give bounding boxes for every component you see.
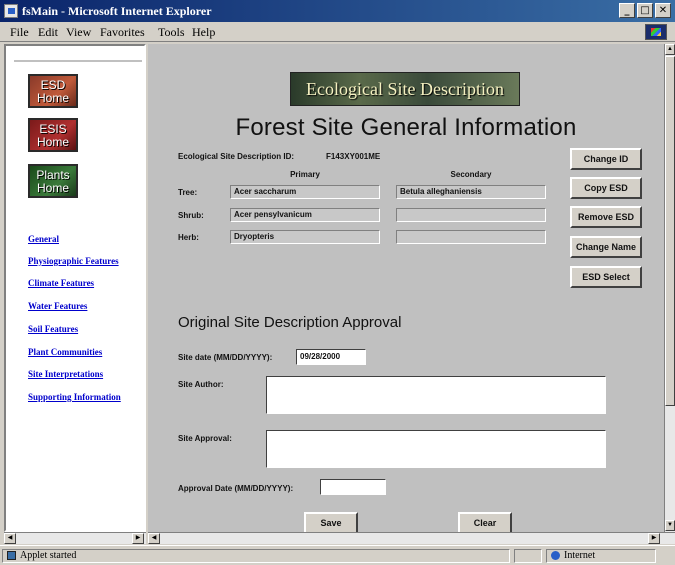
- close-button[interactable]: ✕: [655, 3, 671, 18]
- scroll-right-arrow-icon[interactable]: ▶: [648, 533, 660, 544]
- nav-link-physiographic[interactable]: Physiographic Features: [28, 256, 119, 266]
- scroll-up-arrow-icon[interactable]: ▲: [665, 44, 675, 55]
- nav-link-climate[interactable]: Climate Features: [28, 278, 94, 288]
- windows-logo-icon: [645, 24, 667, 40]
- tree-secondary-field: Betula alleghaniensis: [396, 185, 546, 199]
- main-vertical-scrollbar[interactable]: ▲ ▼: [664, 44, 675, 532]
- ecological-site-description-banner: Ecological Site Description: [290, 72, 520, 106]
- nav-link-water[interactable]: Water Features: [28, 301, 87, 311]
- status-text: Applet started: [2, 549, 510, 563]
- site-approval-textarea[interactable]: [266, 430, 606, 468]
- copy-esd-button[interactable]: Copy ESD: [570, 177, 642, 199]
- menu-edit[interactable]: Edit: [38, 25, 58, 40]
- ie-app-icon: [4, 4, 18, 18]
- site-date-input[interactable]: 09/28/2000: [296, 349, 366, 365]
- maximize-button[interactable]: □: [637, 3, 653, 18]
- scroll-down-arrow-icon[interactable]: ▼: [665, 520, 675, 531]
- site-date-label: Site date (MM/DD/YYYY):: [178, 353, 273, 362]
- menu-favorites[interactable]: Favorites: [100, 25, 145, 40]
- esd-home-button[interactable]: ESD Home: [28, 74, 78, 108]
- scroll-thumb[interactable]: [665, 56, 675, 406]
- status-cell: [514, 549, 542, 563]
- secondary-column-header: Secondary: [450, 170, 492, 179]
- nav-link-supporting-information[interactable]: Supporting Information: [28, 392, 121, 402]
- scroll-left-arrow-icon[interactable]: ◀: [148, 533, 160, 544]
- scroll-left-arrow-icon[interactable]: ◀: [4, 533, 16, 544]
- change-name-button[interactable]: Change Name: [570, 236, 642, 258]
- esd-select-button[interactable]: ESD Select: [570, 266, 642, 288]
- change-id-button[interactable]: Change ID: [570, 148, 642, 170]
- nav-link-plant-communities[interactable]: Plant Communities: [28, 347, 102, 357]
- nav-link-soil[interactable]: Soil Features: [28, 324, 78, 334]
- approval-date-label: Approval Date (MM/DD/YYYY):: [178, 484, 294, 493]
- primary-column-header: Primary: [290, 170, 320, 179]
- shrub-primary-field: Acer pensylvanicum: [230, 208, 380, 222]
- herb-label: Herb:: [178, 233, 199, 242]
- status-bar: Applet started Internet: [0, 545, 675, 565]
- site-id-label: Ecological Site Description ID:: [178, 152, 295, 161]
- shrub-label: Shrub:: [178, 211, 204, 220]
- divider: [14, 60, 142, 62]
- herb-secondary-field: [396, 230, 546, 244]
- site-id-value: F143XY001ME: [326, 152, 381, 161]
- approval-date-input[interactable]: [320, 479, 386, 495]
- menu-tools[interactable]: Tools: [158, 25, 185, 40]
- applet-icon: [7, 551, 16, 561]
- left-nav-frame: ESD Home ESIS Home Plants Home General P…: [4, 44, 146, 532]
- save-button[interactable]: Save: [304, 512, 358, 532]
- menu-file[interactable]: File: [10, 25, 29, 40]
- remove-esd-button[interactable]: Remove ESD: [570, 206, 642, 228]
- minimize-button[interactable]: _: [619, 3, 635, 18]
- menu-view[interactable]: View: [66, 25, 91, 40]
- security-zone: Internet: [546, 549, 656, 563]
- nav-link-site-interpretations[interactable]: Site Interpretations: [28, 369, 103, 379]
- clear-button[interactable]: Clear: [458, 512, 512, 532]
- nav-link-general[interactable]: General: [28, 234, 59, 244]
- left-horizontal-scrollbar[interactable]: ◀ ▶: [4, 532, 146, 544]
- internet-zone-icon: [551, 551, 560, 561]
- site-author-label: Site Author:: [178, 380, 224, 389]
- main-content-frame: Ecological Site Description Forest Site …: [148, 44, 664, 532]
- site-approval-label: Site Approval:: [178, 434, 232, 443]
- tree-primary-field: Acer saccharum: [230, 185, 380, 199]
- plants-home-button[interactable]: Plants Home: [28, 164, 78, 198]
- menu-bar: File Edit View Favorites Tools Help: [0, 22, 675, 42]
- page-title: Forest Site General Information: [235, 114, 577, 141]
- site-author-textarea[interactable]: [266, 376, 606, 414]
- scroll-right-arrow-icon[interactable]: ▶: [132, 533, 144, 544]
- menu-help[interactable]: Help: [192, 25, 215, 40]
- title-bar: fsMain - Microsoft Internet Explorer _ □…: [0, 0, 675, 22]
- esis-home-button[interactable]: ESIS Home: [28, 118, 78, 152]
- tree-label: Tree:: [178, 188, 198, 197]
- herb-primary-field: Dryopteris: [230, 230, 380, 244]
- main-horizontal-scrollbar[interactable]: ◀ ▶: [148, 532, 675, 544]
- section-title: Original Site Description Approval: [178, 314, 402, 331]
- shrub-secondary-field: [396, 208, 546, 222]
- window-title: fsMain - Microsoft Internet Explorer: [22, 4, 212, 18]
